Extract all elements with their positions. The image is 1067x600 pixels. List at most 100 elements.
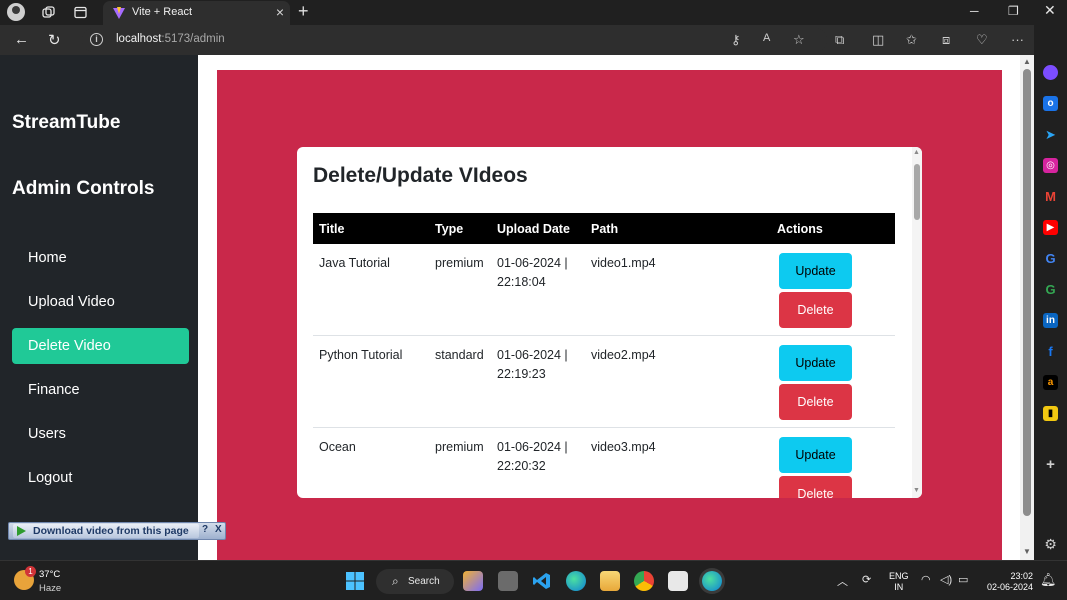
read-aloud-icon[interactable]: A	[763, 32, 770, 44]
youtube-icon[interactable]: ▶	[1043, 220, 1058, 235]
back-arrow-icon[interactable]: ←	[14, 31, 29, 48]
minimize-icon[interactable]: ─	[970, 4, 979, 18]
notification-bell-icon[interactable]: 🔔︎	[1040, 572, 1057, 588]
battery-icon[interactable]: ▭	[958, 573, 968, 586]
delete-button[interactable]: Delete	[779, 384, 852, 420]
nav-finance[interactable]: Finance	[12, 372, 189, 408]
update-button[interactable]: Update	[779, 345, 852, 381]
browser-tab-bar: Vite + React × + ─ ❐ ✕	[0, 0, 1067, 25]
table-row: Ocean premium 01-06-2024 | 22:20:32 video…	[313, 428, 895, 498]
page-scrollbar[interactable]: ▲ ▼	[1020, 55, 1034, 560]
download-video-button[interactable]: Download video from this page	[13, 524, 199, 538]
column-title: Title	[319, 222, 345, 236]
widgets-icon[interactable]	[463, 571, 483, 591]
extensions-icon[interactable]: ⧉	[835, 32, 844, 48]
card-scroll-thumb[interactable]	[914, 164, 920, 220]
linkedin-icon[interactable]: in	[1043, 313, 1058, 328]
chevron-up-icon[interactable]: ︿	[837, 573, 848, 589]
add-app-icon[interactable]: +	[1043, 456, 1058, 473]
weather-badge: 1	[25, 566, 36, 577]
volume-icon[interactable]: ◁)	[940, 573, 952, 586]
clock-date: 02-06-2024	[986, 582, 1033, 592]
address-bar: ← ↻ i localhost:5173/admin ⚷ A ☆ ⧉ ◫ ✩ ⧈…	[0, 25, 1067, 55]
microsoft-store-icon[interactable]	[668, 571, 688, 591]
download-label: Download video from this page	[33, 525, 189, 537]
nav-home[interactable]: Home	[12, 240, 189, 276]
google-icon[interactable]: G	[1043, 282, 1058, 297]
refresh-icon[interactable]: ↻	[48, 31, 61, 49]
cell-type: standard	[435, 348, 484, 362]
favorites-icon[interactable]: ✩	[906, 32, 917, 48]
page-scroll-thumb[interactable]	[1023, 69, 1031, 516]
gmail-icon[interactable]: M	[1043, 189, 1058, 204]
page-scroll-up-icon[interactable]: ▲	[1023, 57, 1031, 66]
tab-vite-react[interactable]: Vite + React ×	[103, 1, 290, 25]
table-row: Python Tutorial standard 01-06-2024 | 22:…	[313, 336, 895, 428]
edge-icon[interactable]	[566, 571, 586, 591]
cell-date: 01-06-2024 |	[497, 256, 568, 270]
new-tab-icon[interactable]: +	[298, 1, 309, 22]
cell-time: 22:20:32	[497, 458, 546, 473]
nav-users[interactable]: Users	[12, 416, 189, 452]
windows-taskbar: 1 37°C Haze ⌕ Search ︿ ⟳ ENG IN ◠ ◁) ▭ 23…	[0, 560, 1067, 600]
key-icon[interactable]: ⚷	[731, 32, 741, 48]
close-window-icon[interactable]: ✕	[1044, 2, 1056, 19]
copilot-app-icon[interactable]	[1043, 65, 1058, 80]
browser-essentials-icon[interactable]: ♡	[976, 32, 988, 48]
page-title: Delete/Update VIdeos	[313, 164, 528, 187]
google-icon[interactable]: G	[1043, 251, 1058, 266]
edge-active-icon[interactable]	[702, 571, 722, 591]
update-button[interactable]: Update	[779, 437, 852, 473]
instagram-icon[interactable]: ◎	[1043, 158, 1058, 173]
chrome-icon[interactable]	[634, 571, 654, 591]
delete-button[interactable]: Delete	[779, 292, 852, 328]
task-view-icon[interactable]	[498, 571, 518, 591]
cell-time: 22:19:23	[497, 366, 546, 381]
weather-temperature[interactable]: 37°C	[39, 569, 60, 580]
play-icon	[17, 526, 26, 536]
telegram-icon[interactable]: ➤	[1043, 127, 1058, 142]
nav-upload-video[interactable]: Upload Video	[12, 284, 189, 320]
favorite-star-icon[interactable]: ☆	[793, 32, 805, 48]
file-explorer-icon[interactable]	[600, 571, 620, 591]
language-indicator[interactable]: ENG IN	[889, 571, 909, 593]
nav-logout[interactable]: Logout	[12, 460, 189, 496]
site-info-icon[interactable]: i	[90, 33, 103, 46]
weather-condition[interactable]: Haze	[39, 583, 61, 594]
vscode-icon[interactable]	[532, 571, 552, 591]
url-field[interactable]: i localhost:5173/admin	[82, 28, 827, 52]
help-icon[interactable]: ?	[202, 524, 212, 538]
card-scrollbar[interactable]: ▲ ▼	[912, 147, 922, 498]
amazon-icon[interactable]: a	[1043, 375, 1058, 390]
cell-path: video2.mp4	[591, 348, 656, 362]
power-bi-icon[interactable]: ▮	[1043, 406, 1058, 421]
workspaces-icon[interactable]	[40, 4, 57, 21]
facebook-icon[interactable]: f	[1043, 344, 1058, 359]
page-scroll-down-icon[interactable]: ▼	[1023, 547, 1031, 556]
collections-icon[interactable]: ⧈	[942, 32, 950, 48]
outlook-icon[interactable]: o	[1043, 96, 1058, 111]
cell-upload-date: 01-06-2024 | 22:20:32	[497, 438, 568, 475]
lang-code: ENG	[889, 571, 909, 581]
scroll-up-arrow-icon[interactable]: ▲	[913, 149, 920, 156]
restore-icon[interactable]: ❐	[1008, 4, 1019, 18]
scroll-down-arrow-icon[interactable]: ▼	[913, 487, 920, 494]
system-clock[interactable]: 23:02 02-06-2024	[983, 571, 1033, 593]
profile-icon[interactable]	[7, 3, 25, 21]
nav-delete-video[interactable]: Delete Video	[12, 328, 189, 364]
windows-start-icon[interactable]	[345, 571, 365, 591]
admin-sidebar: StreamTube Admin Controls Home Upload Vi…	[0, 55, 198, 560]
update-button[interactable]: Update	[779, 253, 852, 289]
close-tab-icon[interactable]: ×	[276, 4, 284, 20]
url-host: localhost	[116, 33, 162, 45]
close-icon[interactable]: X	[215, 524, 225, 538]
delete-button[interactable]: Delete	[779, 476, 852, 498]
split-screen-icon[interactable]: ◫	[872, 32, 884, 48]
settings-gear-icon[interactable]: ⚙	[1043, 536, 1058, 552]
taskbar-search[interactable]: ⌕ Search	[376, 569, 454, 594]
more-options-icon[interactable]: ···	[1011, 32, 1024, 47]
tab-actions-icon[interactable]	[72, 4, 89, 21]
wifi-icon[interactable]: ◠	[921, 573, 931, 586]
column-upload-date: Upload Date	[497, 222, 570, 236]
sync-icon[interactable]: ⟳	[862, 573, 871, 586]
